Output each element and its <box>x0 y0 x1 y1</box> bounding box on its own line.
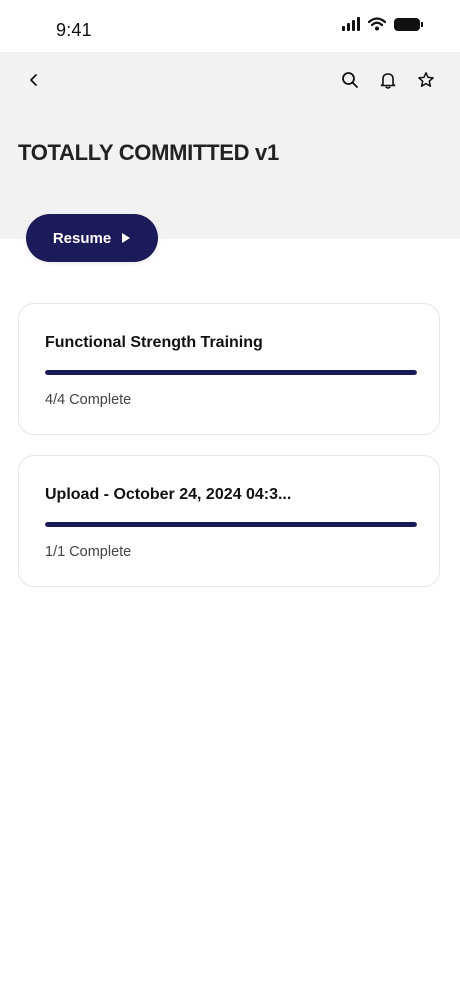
module-status: 4/4 Complete <box>45 392 132 408</box>
signal-icon <box>342 17 360 31</box>
status-time: 9:41 <box>56 20 92 40</box>
module-title: Upload - October 24, 2024 04:3... <box>45 486 292 503</box>
play-icon <box>122 233 131 243</box>
progress-fill <box>45 370 417 375</box>
notifications-button[interactable] <box>376 68 400 92</box>
progress-bar <box>45 522 417 527</box>
battery-icon <box>394 17 423 31</box>
favorite-button[interactable] <box>414 68 438 92</box>
header: TOTALLY COMMITTED v1 <box>0 52 460 239</box>
module-card[interactable]: Functional Strength Training 4/4 Complet… <box>18 303 440 435</box>
star-icon <box>418 72 434 87</box>
search-icon <box>342 72 358 88</box>
search-button[interactable] <box>338 68 362 92</box>
status-icons <box>342 17 423 31</box>
bell-icon <box>380 73 396 89</box>
progress-fill <box>45 522 417 527</box>
resume-label: Resume <box>52 229 112 247</box>
status-bar: 9:41 <box>0 0 460 52</box>
progress-bar <box>45 370 417 375</box>
resume-button[interactable]: Resume <box>26 214 158 262</box>
module-title: Functional Strength Training <box>45 334 263 351</box>
module-status: 1/1 Complete <box>45 544 132 560</box>
top-actions <box>338 68 438 92</box>
back-button[interactable] <box>22 68 46 92</box>
page-title: TOTALLY COMMITTED v1 <box>18 140 279 165</box>
chevron-left-icon <box>30 74 37 86</box>
wifi-icon <box>368 17 386 31</box>
module-card[interactable]: Upload - October 24, 2024 04:3... 1/1 Co… <box>18 455 440 587</box>
